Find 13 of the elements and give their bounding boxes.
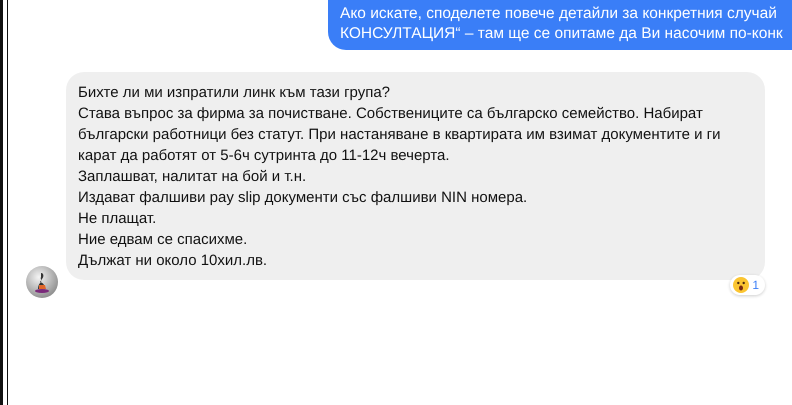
message-text: Ако искате, споделете повече детайли за конкретния случай bbox=[340, 4, 778, 24]
surprised-face-icon bbox=[733, 277, 750, 293]
message-text: Издават фалшиви pay slip документи със фалшиви NIN номера. bbox=[78, 188, 528, 208]
message-text: Дължат ни около 10хил.лв. bbox=[78, 251, 268, 271]
message-text: Ние едвам се спасихме. bbox=[78, 230, 248, 250]
avatar[interactable] bbox=[26, 266, 58, 298]
message-text: Не плащат. bbox=[78, 209, 158, 229]
message-text: КОНСУЛТАЦИЯ“ – там ще се опитаме да Ви насочим по-конк bbox=[340, 24, 784, 44]
message-text: Става въпрос за фирма за почистване. Собствениците са българско семейство. Набират български работници без статут. При настаняване в квартирата им взимат документите и ги карат да работят от 5-6ч сутринта до 11-12ч вечерта. bbox=[78, 104, 722, 166]
message-text: Бихте ли ми изпратили линк към тази група? bbox=[78, 83, 392, 103]
reaction-badge[interactable]: 1 bbox=[730, 275, 765, 295]
reaction-count: 1 bbox=[752, 278, 759, 292]
message-text: Заплашват, налитат на бой и т.н. bbox=[78, 167, 308, 187]
